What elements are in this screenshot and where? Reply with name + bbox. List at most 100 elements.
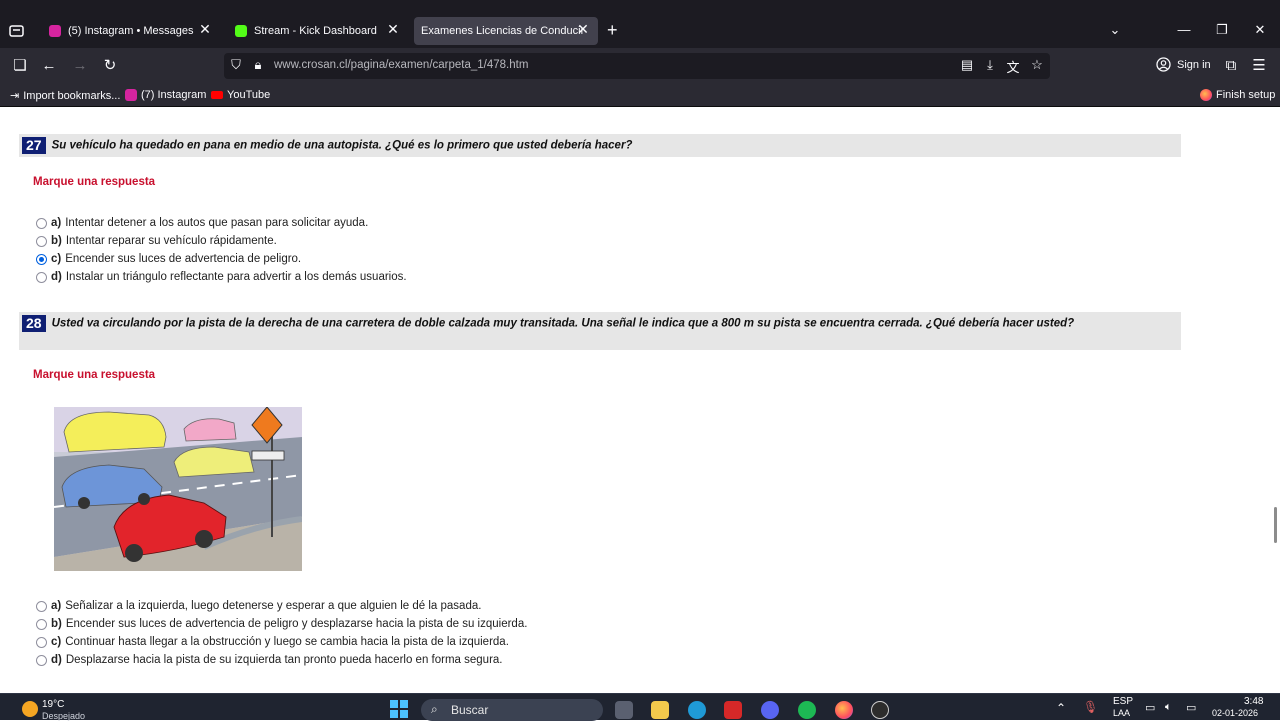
- question-text: Su vehículo ha quedado en pana en medio …: [51, 139, 633, 152]
- bookmark-label: YouTube: [227, 89, 271, 101]
- network-icon[interactable]: ▭: [1145, 701, 1155, 714]
- radio-button[interactable]: [36, 654, 47, 666]
- show-hidden-icons-icon[interactable]: ⌃: [1056, 701, 1066, 715]
- discord-icon[interactable]: [761, 701, 779, 719]
- reader-view-icon[interactable]: ▤: [958, 57, 976, 73]
- bookmark-instagram[interactable]: (7) Instagram: [125, 89, 206, 101]
- radio-button[interactable]: [36, 217, 47, 229]
- restore-button[interactable]: ❐: [1213, 22, 1231, 38]
- forward-icon[interactable]: →: [71, 57, 89, 75]
- weather-temp: 19°C: [42, 699, 65, 710]
- file-explorer-icon[interactable]: [651, 701, 669, 719]
- tab-instagram[interactable]: (5) Instagram • Messages ✕: [40, 17, 220, 45]
- search-placeholder: Buscar: [451, 703, 489, 717]
- edge-icon[interactable]: [688, 701, 706, 719]
- tab-label: Examenes Licencias de Conducir: [421, 25, 585, 37]
- radio-button-selected[interactable]: [36, 253, 47, 265]
- reload-icon[interactable]: ↻: [101, 57, 119, 75]
- question-27-instruction: Marque una respuesta: [33, 176, 156, 188]
- q28-option-a[interactable]: a) Señalizar a la izquierda, luego deten…: [36, 600, 481, 612]
- sidebar-toggle-icon[interactable]: ❏: [11, 57, 29, 75]
- youtube-icon: [211, 91, 223, 99]
- finish-setup-label: Finish setup: [1216, 89, 1276, 101]
- bookmarks-toolbar: ⇥ Import bookmarks... (7) Instagram YouT…: [0, 84, 1280, 107]
- microphone-icon[interactable]: 🎙︎: [1083, 700, 1098, 714]
- page-scrollbar[interactable]: [1274, 507, 1277, 543]
- account-icon: [1156, 57, 1171, 72]
- download-icon[interactable]: ⤓: [981, 57, 999, 73]
- q27-option-b[interactable]: b) Intentar reparar su vehículo rápidame…: [36, 235, 277, 247]
- bookmark-star-icon[interactable]: ☆: [1028, 57, 1046, 73]
- option-letter: a): [51, 217, 62, 229]
- list-all-tabs-icon[interactable]: ⌄: [1106, 22, 1124, 38]
- radio-button[interactable]: [36, 636, 47, 648]
- shield-icon[interactable]: ⛉: [227, 57, 245, 73]
- translate-icon[interactable]: 文: [1004, 57, 1022, 76]
- q28-option-c[interactable]: c) Continuar hasta llegar a la obstrucci…: [36, 636, 509, 648]
- tab-kick-dashboard[interactable]: Stream - Kick Dashboard ✕: [226, 17, 408, 45]
- bookmark-import[interactable]: ⇥ Import bookmarks...: [10, 89, 120, 103]
- menu-icon[interactable]: ☰: [1250, 57, 1268, 75]
- close-tab-icon[interactable]: ✕: [384, 21, 402, 38]
- close-tab-icon[interactable]: ✕: [574, 21, 592, 38]
- option-letter: d): [51, 271, 62, 283]
- tab-list-icon[interactable]: [8, 22, 25, 39]
- q28-option-b[interactable]: b) Encender sus luces de advertencia de …: [36, 618, 527, 630]
- lightroom-app-icon[interactable]: [724, 701, 742, 719]
- kick-favicon-icon: [235, 25, 247, 37]
- obs-icon[interactable]: [871, 701, 889, 719]
- new-tab-button[interactable]: +: [607, 21, 618, 39]
- language-indicator[interactable]: ESP: [1113, 696, 1133, 707]
- close-tab-icon[interactable]: ✕: [196, 21, 214, 38]
- spotify-icon[interactable]: [798, 701, 816, 719]
- page-content: 27 Su vehículo ha quedado en pana en medi…: [0, 107, 1280, 693]
- option-text: Encender sus luces de advertencia de pel…: [65, 253, 302, 265]
- option-text: Señalizar a la izquierda, luego deteners…: [65, 600, 482, 612]
- minimize-button[interactable]: —: [1175, 22, 1193, 37]
- traffic-lane-closure-illustration: [54, 407, 302, 571]
- url-text[interactable]: www.crosan.cl/pagina/examen/carpeta_1/47…: [274, 59, 528, 71]
- option-letter: b): [51, 618, 62, 630]
- firefox-taskbar-icon[interactable]: [835, 701, 853, 719]
- question-28-header: 28 Usted va circulando por la pista de la…: [19, 312, 1181, 350]
- task-view-icon[interactable]: [615, 701, 633, 719]
- option-letter: b): [51, 235, 62, 247]
- option-letter: c): [51, 636, 62, 648]
- volume-icon[interactable]: 🔈︎: [1165, 701, 1172, 714]
- finish-setup-button[interactable]: Finish setup: [1200, 89, 1275, 101]
- taskbar-search[interactable]: ⌕ Buscar: [421, 699, 603, 721]
- option-letter: d): [51, 654, 62, 666]
- clock-date[interactable]: 02-01-2026: [1212, 708, 1258, 718]
- radio-button[interactable]: [36, 271, 47, 283]
- firefox-icon: [1200, 89, 1212, 101]
- question-27-header: 27 Su vehículo ha quedado en pana en medi…: [19, 134, 1181, 157]
- navigation-toolbar: ❏ ← → ↻ ⛉ 🔒︎ www.crosan.cl/pagina/examen…: [0, 48, 1280, 84]
- clock-time[interactable]: 3:48: [1244, 696, 1263, 707]
- extensions-icon[interactable]: ⧉: [1222, 57, 1240, 75]
- option-letter: c): [51, 253, 62, 265]
- option-text: Desplazarse hacia la pista de su izquier…: [65, 654, 503, 666]
- windows-start-icon[interactable]: [390, 700, 408, 718]
- q27-option-a[interactable]: a) Intentar detener a los autos que pasa…: [36, 217, 368, 229]
- close-window-button[interactable]: ✕: [1251, 22, 1269, 38]
- radio-button[interactable]: [36, 600, 47, 612]
- question-text: Usted va circulando por la pista de la d…: [51, 317, 1075, 330]
- instagram-icon: [125, 89, 137, 101]
- tab-examenes[interactable]: Examenes Licencias de Conducir ✕: [414, 17, 598, 45]
- sign-in-button[interactable]: Sign in: [1156, 57, 1211, 72]
- bookmark-youtube[interactable]: YouTube: [211, 89, 270, 101]
- address-bar[interactable]: ⛉ 🔒︎ www.crosan.cl/pagina/examen/carpeta…: [224, 53, 1050, 79]
- radio-button[interactable]: [36, 618, 47, 630]
- back-icon[interactable]: ←: [40, 57, 58, 75]
- weather-sun-icon: [22, 701, 38, 717]
- option-text: Intentar detener a los autos que pasan p…: [65, 217, 369, 229]
- option-letter: a): [51, 600, 62, 612]
- weather-widget[interactable]: 19°C Despejado: [22, 698, 112, 721]
- lock-icon[interactable]: 🔒︎: [249, 57, 267, 73]
- q28-option-d[interactable]: d) Desplazarse hacia la pista de su izqu…: [36, 654, 503, 666]
- q27-option-d[interactable]: d) Instalar un triángulo reflectante par…: [36, 271, 407, 283]
- radio-button[interactable]: [36, 235, 47, 247]
- q27-option-c[interactable]: c) Encender sus luces de advertencia de …: [36, 253, 301, 265]
- battery-icon[interactable]: ▭: [1186, 701, 1196, 714]
- os-taskbar: 19°C Despejado ⌕ Buscar ⌃ 🎙︎ ESP LAA ▭ 🔈…: [0, 693, 1280, 721]
